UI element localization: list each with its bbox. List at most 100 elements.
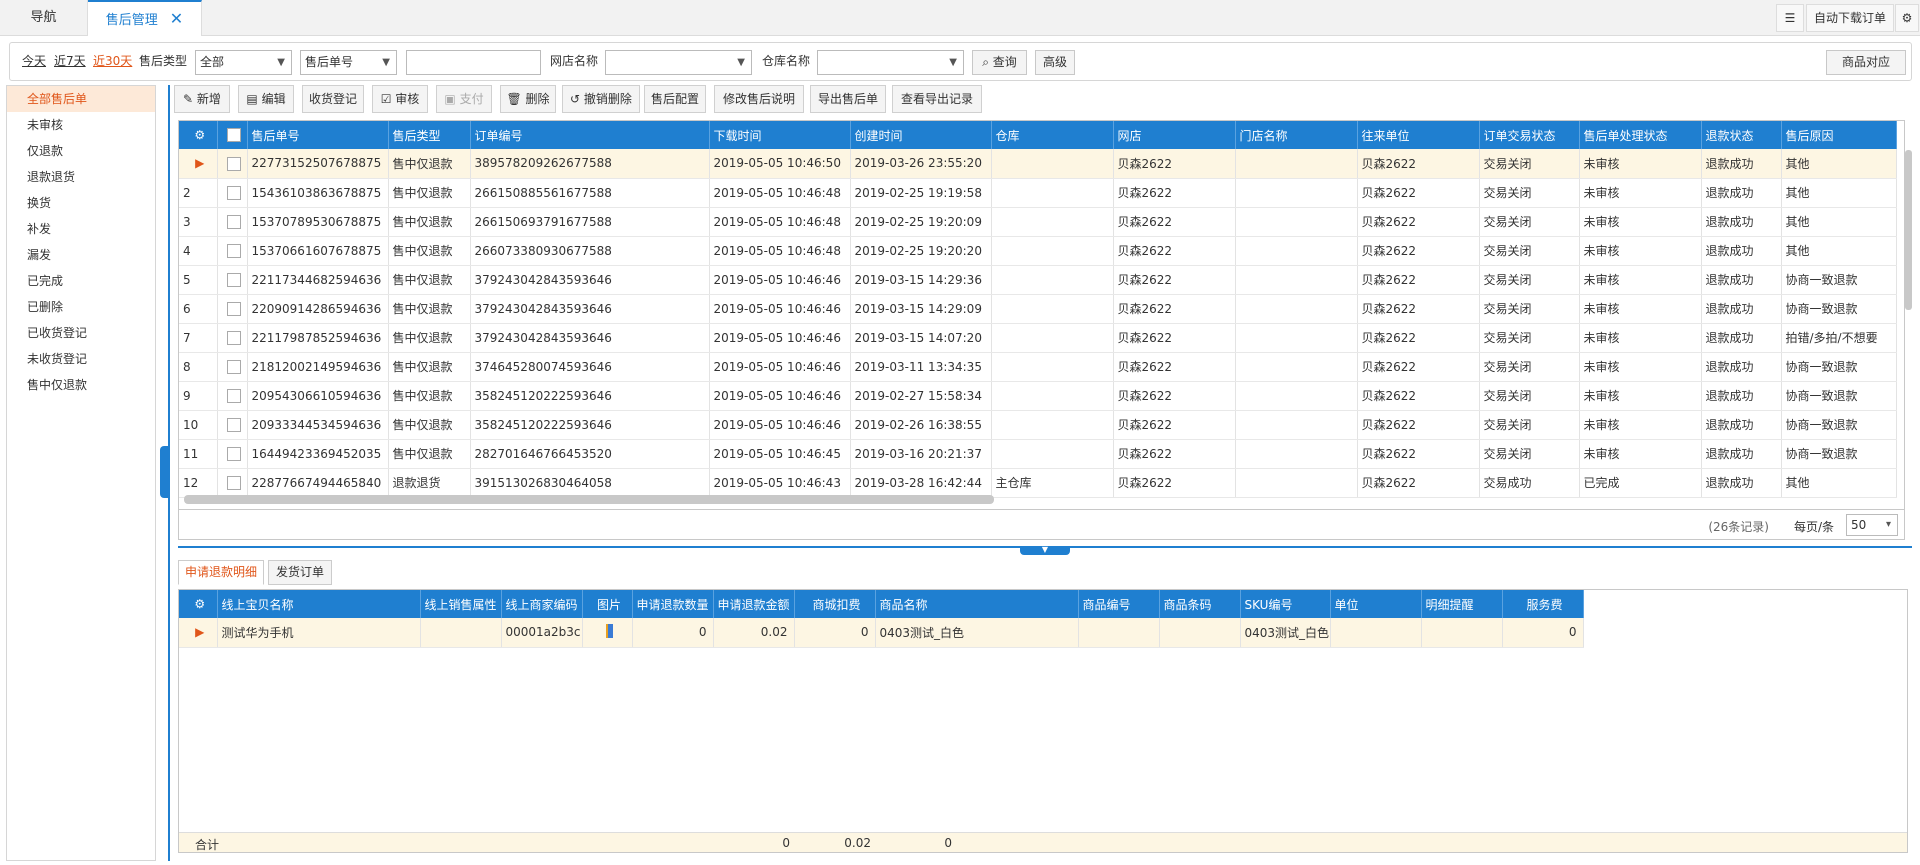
sidebar-item-unaudited[interactable]: 未审核 [7,112,155,138]
select-all-checkbox[interactable] [217,121,248,149]
sidebar-item-refund-return[interactable]: 退款退货 [7,164,155,190]
gear-icon[interactable]: ⚙ [1895,4,1919,32]
row-checkbox[interactable] [217,439,248,469]
col-header[interactable]: 售后单处理状态 [1579,121,1702,149]
table-row[interactable]: 12 22877667494465840 退款退货 39151302683046405… [179,468,1897,498]
filter-last30-link[interactable]: 近30天 [93,43,132,80]
export-button[interactable]: 导出售后单 [810,85,886,113]
col-header[interactable]: 商品编号 [1078,590,1160,618]
col-header[interactable]: 单位 [1330,590,1422,618]
view-export-button[interactable]: 查看导出记录 [892,85,982,113]
tab-refund-detail[interactable]: 申请退款明细 [178,560,264,585]
row-checkbox[interactable] [217,207,248,237]
delete-button[interactable]: 🗑 删除 [500,85,556,113]
col-header[interactable]: 订单编号 [470,121,710,149]
col-header[interactable]: 退款状态 [1701,121,1782,149]
col-header[interactable]: 图片 [582,590,633,618]
table-row[interactable]: 5 22117344682594636 售中仅退款 37924304284359364… [179,265,1897,295]
tab-after-sales[interactable]: 售后管理 ✕ [88,0,202,36]
col-header[interactable]: 线上宝贝名称 [217,590,421,618]
type-select[interactable]: 全部 ▼ [195,50,292,75]
sidebar-item-missed[interactable]: 漏发 [7,242,155,268]
per-page-select[interactable]: 50 ▾ [1846,514,1898,536]
row-checkbox[interactable] [217,381,248,411]
edit-button[interactable]: ▤ 编辑 [238,85,294,113]
row-checkbox[interactable] [217,468,248,498]
advanced-button[interactable]: 高级 [1035,50,1075,75]
modify-desc-button[interactable]: 修改售后说明 [714,85,804,113]
new-button[interactable]: ✎ 新增 [174,85,230,113]
col-header[interactable]: 网店 [1113,121,1236,149]
filter-today-link[interactable]: 今天 [22,43,46,80]
collapse-chevron-icon[interactable]: ▼ [1020,546,1070,555]
sidebar-item-reissue[interactable]: 补发 [7,216,155,242]
col-header[interactable]: 商品条码 [1159,590,1241,618]
sidebar-item-not-received[interactable]: 未收货登记 [7,346,155,372]
gear-icon[interactable]: ⚙ [179,590,218,618]
sidebar-item-all[interactable]: 全部售后单 [7,86,155,112]
col-header[interactable]: 商城扣费 [794,590,876,618]
auto-download-button[interactable]: 自动下载订单 [1806,4,1894,32]
sidebar-item-deleted[interactable]: 已删除 [7,294,155,320]
close-icon[interactable]: ✕ [170,9,183,28]
row-checkbox[interactable] [217,149,248,179]
table-row[interactable]: 8 21812002149594636 售中仅退款 37464528007459364… [179,352,1897,382]
table-row[interactable]: ▶ 22773152507678875 售中仅退款 38957820926267758… [179,149,1897,179]
row-checkbox[interactable] [217,236,248,266]
table-row[interactable]: 6 22090914286594636 售中仅退款 37924304284359364… [179,294,1897,324]
field-select[interactable]: 售后单号 ▼ [300,50,397,75]
list-icon[interactable]: ☰ [1776,4,1804,32]
gear-icon[interactable]: ⚙ [179,121,218,149]
goods-mapping-button[interactable]: 商品对应 [1826,50,1906,75]
row-checkbox[interactable] [217,265,248,295]
sidebar-item-refund-only[interactable]: 仅退款 [7,138,155,164]
col-header[interactable]: 明细提醒 [1421,590,1503,618]
row-checkbox[interactable] [217,410,248,440]
table-row[interactable]: 2 15436103863678875 售中仅退款 26615088556167758… [179,178,1897,208]
row-checkbox[interactable] [217,178,248,208]
col-header[interactable]: 仓库 [991,121,1114,149]
config-button[interactable]: 售后配置 [644,85,706,113]
col-header[interactable]: 服务费 [1502,590,1584,618]
col-header[interactable]: 售后原因 [1781,121,1897,149]
table-row[interactable]: 11 16449423369452035 售中仅退款 2827016467664535… [179,439,1897,469]
row-checkbox[interactable] [217,294,248,324]
table-row[interactable]: 9 20954306610594636 售中仅退款 35824512022259364… [179,381,1897,411]
sidebar-item-completed[interactable]: 已完成 [7,268,155,294]
col-header[interactable]: 商品名称 [875,590,1079,618]
shop-select[interactable]: ▼ [605,50,752,75]
col-header[interactable]: 售后类型 [388,121,471,149]
horizontal-scrollbar[interactable] [184,495,994,504]
table-row[interactable]: 7 22117987852594636 售中仅退款 37924304284359364… [179,323,1897,353]
sidebar-collapse-handle[interactable] [160,446,170,498]
sidebar-item-exchange[interactable]: 换货 [7,190,155,216]
undo-delete-button[interactable]: ↺ 撤销删除 [562,85,640,113]
tab-navigation[interactable]: 导航 [0,0,88,36]
col-header[interactable]: 申请退款数量 [632,590,714,618]
row-checkbox[interactable] [217,352,248,382]
warehouse-select[interactable]: ▼ [817,50,964,75]
col-header[interactable]: 往来单位 [1357,121,1480,149]
audit-button[interactable]: ☑ 审核 [372,85,428,113]
table-row[interactable]: ▶ 测试华为手机 00001a2b3c 0 0.02 0 0403测试_白色 0… [179,618,1584,648]
table-row[interactable]: 3 15370789530678875 售中仅退款 26615069379167758… [179,207,1897,237]
search-input[interactable] [406,50,541,75]
sidebar-item-received[interactable]: 已收货登记 [7,320,155,346]
pay-button[interactable]: ▣ 支付 [436,85,492,113]
col-header[interactable]: 订单交易状态 [1479,121,1580,149]
receive-button[interactable]: 收货登记 [302,85,364,113]
col-header[interactable]: 下载时间 [709,121,851,149]
tab-shipping-order[interactable]: 发货订单 [268,560,332,585]
sidebar-item-in-sale-refund[interactable]: 售中仅退款 [7,372,155,398]
col-header[interactable]: 申请退款金额 [713,590,795,618]
vertical-scrollbar[interactable] [1905,150,1912,310]
image-thumbnail-icon[interactable] [582,618,633,648]
filter-last7-link[interactable]: 近7天 [54,43,86,80]
col-header[interactable]: 售后单号 [247,121,389,149]
col-header[interactable]: 线上商家编码 [501,590,583,618]
table-row[interactable]: 4 15370661607678875 售中仅退款 26607338093067758… [179,236,1897,266]
query-button[interactable]: ⌕ 查询 [972,50,1027,75]
row-checkbox[interactable] [217,323,248,353]
col-header[interactable]: SKU编号 [1240,590,1331,618]
col-header[interactable]: 线上销售属性 [420,590,502,618]
